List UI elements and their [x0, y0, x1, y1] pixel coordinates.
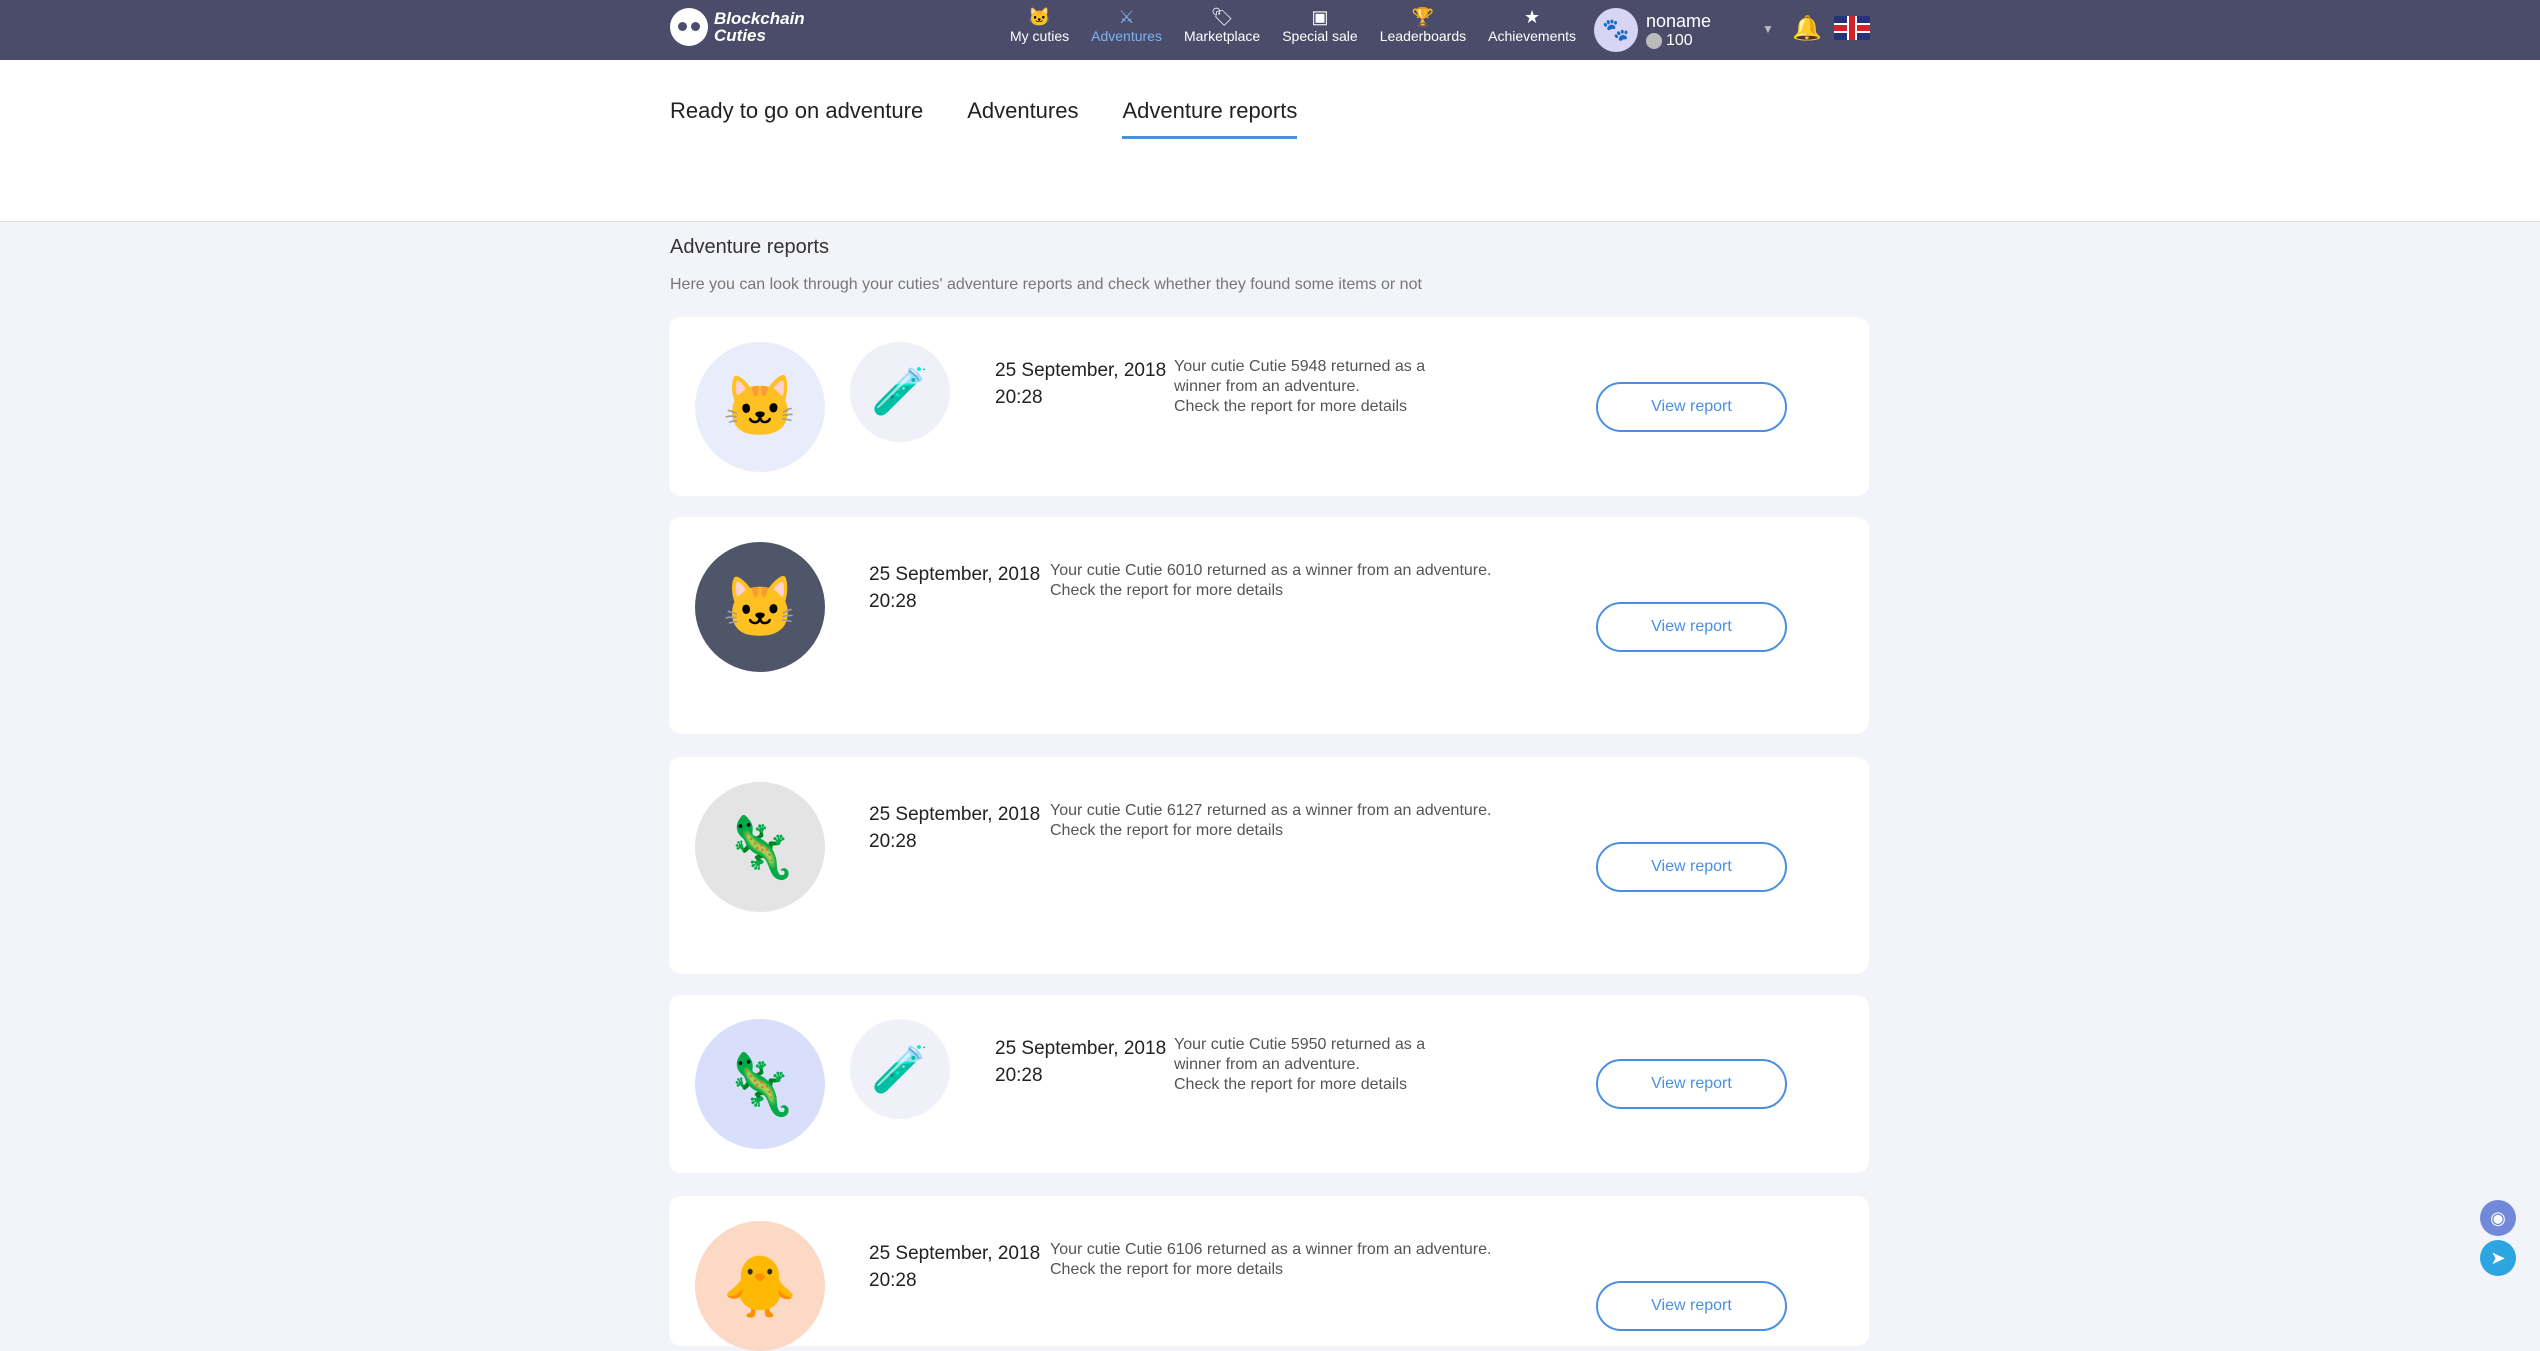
- avatar: 🐾: [1594, 8, 1638, 52]
- username: noname: [1646, 10, 1712, 31]
- time-text: 20:28: [995, 387, 1043, 408]
- view-report-button[interactable]: View report: [1596, 602, 1787, 652]
- discord-icon[interactable]: ◉: [2480, 1200, 2516, 1236]
- coin-icon: [1646, 32, 1662, 49]
- report-date: 25 September, 2018 20:28: [995, 357, 1166, 411]
- nav-special-sale[interactable]: ▣ Special sale: [1282, 6, 1358, 44]
- time-text: 20:28: [869, 591, 917, 612]
- cat-icon: 🐱: [1028, 7, 1051, 27]
- tag-icon: 🏷: [1210, 7, 1234, 27]
- logo-text: Cuties: [714, 26, 766, 45]
- report-card: 🐱 25 September, 2018 20:28 Your cutie Cutie…: [669, 517, 1869, 734]
- date-text: 25 September, 2018: [869, 1243, 1041, 1264]
- time-text: 20:28: [995, 1065, 1043, 1086]
- message-line: Check the report for more details: [1050, 582, 1283, 599]
- nav-marketplace[interactable]: 🏷 Marketplace: [1184, 6, 1260, 44]
- star-icon: ★: [1524, 7, 1541, 27]
- report-message: Your cutie Cutie 6010 returned as a winn…: [1050, 561, 1491, 601]
- report-date: 25 September, 2018 20:28: [995, 1035, 1166, 1089]
- section-title: Adventure reports: [670, 236, 829, 258]
- balance: 100: [1666, 31, 1693, 49]
- tab-adventure-reports[interactable]: Adventure reports: [1122, 98, 1298, 139]
- report-date: 25 September, 2018 20:28: [869, 801, 1040, 855]
- logo-icon: [670, 8, 708, 46]
- report-date: 25 September, 2018 20:28: [869, 561, 1040, 615]
- message-line: Check the report for more details: [1174, 1076, 1407, 1093]
- report-message: Your cutie Cutie 5948 returned as a winne…: [1174, 357, 1425, 417]
- tab-bar: [0, 60, 2540, 222]
- potion-item-icon: 🧪: [850, 1019, 950, 1119]
- report-message: Your cutie Cutie 5950 returned as a winne…: [1174, 1035, 1425, 1095]
- tab-adventures[interactable]: Adventures: [967, 98, 1078, 139]
- logo-text: Blockchain: [714, 9, 805, 28]
- message-line: Your cutie Cutie 6010 returned as a winn…: [1050, 562, 1492, 579]
- message-line: winner from an adventure.: [1174, 1056, 1360, 1073]
- uk-flag-icon[interactable]: [1834, 16, 1870, 40]
- nav-my-cuties[interactable]: 🐱 My cuties: [1010, 6, 1069, 44]
- card-icon: ▣: [1311, 7, 1329, 27]
- view-report-button[interactable]: View report: [1596, 1281, 1787, 1331]
- message-line: Your cutie Cutie 5950 returned as a: [1174, 1036, 1426, 1053]
- report-card: 🐥 25 September, 2018 20:28 Your cutie Cutie…: [669, 1196, 1869, 1351]
- message-line: Your cutie Cutie 6127 returned as a winn…: [1050, 802, 1492, 819]
- date-text: 25 September, 2018: [869, 804, 1041, 825]
- nav-label: Leaderboards: [1379, 28, 1467, 44]
- view-report-button[interactable]: View report: [1596, 1059, 1787, 1109]
- cutie-avatar[interactable]: 🐥: [695, 1221, 825, 1351]
- date-text: 25 September, 2018: [995, 360, 1167, 381]
- message-line: Check the report for more details: [1174, 398, 1407, 415]
- message-line: Your cutie Cutie 5948 returned as a: [1174, 358, 1426, 375]
- tab-ready[interactable]: Ready to go on adventure: [670, 98, 923, 139]
- cutie-avatar[interactable]: 🦎: [695, 782, 825, 912]
- message-line: Check the report for more details: [1050, 822, 1283, 839]
- user-menu[interactable]: 🐾 noname 100: [1594, 8, 1711, 52]
- adventure-icon: ⚔: [1118, 7, 1135, 27]
- nav-adventures[interactable]: ⚔ Adventures: [1091, 6, 1162, 44]
- message-line: winner from an adventure.: [1174, 378, 1360, 395]
- cutie-avatar[interactable]: 🐱: [695, 341, 825, 472]
- report-card: 🐱 🧪 25 September, 2018 20:28 Your cutie Cuti…: [669, 317, 1869, 496]
- report-message: Your cutie Cutie 6106 returned as a winn…: [1050, 1240, 1491, 1280]
- trophy-icon: 🏆: [1411, 7, 1435, 27]
- top-header: Blockchain Cuties 🐱 My cuties ⚔ Adventures …: [0, 0, 2540, 60]
- cutie-avatar[interactable]: 🐱: [695, 542, 825, 672]
- report-card: 🦎 25 September, 2018 20:28 Your cutie Cutie…: [669, 757, 1869, 974]
- logo[interactable]: Blockchain Cuties: [670, 8, 805, 46]
- bell-icon[interactable]: 🔔: [1792, 14, 1822, 43]
- view-report-button[interactable]: View report: [1596, 842, 1787, 892]
- date-text: 25 September, 2018: [995, 1038, 1167, 1059]
- report-card: 🦎 🧪 25 September, 2018 20:28 Your cutie Cuti…: [669, 995, 1869, 1173]
- section-subtitle: Here you can look through your cuties' a…: [670, 276, 1422, 293]
- message-line: Check the report for more details: [1050, 1261, 1283, 1278]
- nav-label: Achievements: [1488, 28, 1577, 44]
- report-message: Your cutie Cutie 6127 returned as a winn…: [1050, 801, 1491, 841]
- view-report-button[interactable]: View report: [1596, 381, 1787, 432]
- time-text: 20:28: [869, 1270, 917, 1291]
- nav-label: Adventures: [1091, 28, 1162, 44]
- telegram-icon[interactable]: ➤: [2480, 1240, 2516, 1276]
- nav-label: Special sale: [1282, 28, 1358, 44]
- nav-label: Marketplace: [1183, 28, 1261, 44]
- date-text: 25 September, 2018: [869, 564, 1041, 585]
- time-text: 20:28: [869, 831, 917, 852]
- potion-item-icon: 🧪: [850, 341, 950, 442]
- chevron-down-icon[interactable]: ▼: [1762, 22, 1774, 36]
- nav-achievements[interactable]: ★ Achievements: [1488, 6, 1576, 44]
- main-nav: 🐱 My cuties ⚔ Adventures 🏷 Marketplace ▣ Spe…: [1010, 6, 1576, 44]
- nav-leaderboards[interactable]: 🏆 Leaderboards: [1380, 6, 1466, 44]
- cutie-avatar[interactable]: 🦎: [695, 1019, 825, 1149]
- nav-label: My cuties: [1010, 28, 1070, 44]
- report-date: 25 September, 2018 20:28: [869, 1240, 1040, 1294]
- message-line: Your cutie Cutie 6106 returned as a winn…: [1050, 1241, 1492, 1258]
